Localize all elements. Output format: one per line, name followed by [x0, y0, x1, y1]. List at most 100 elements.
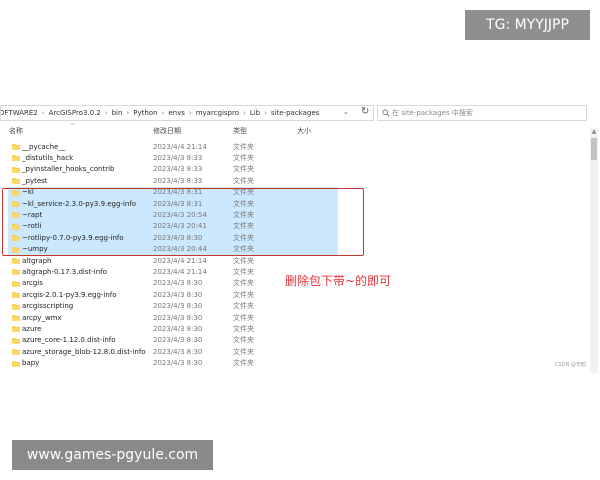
row-type: 文件夹: [233, 256, 254, 265]
refresh-icon[interactable]: ↻: [361, 106, 369, 117]
table-row[interactable]: ~rotli 2023/4/3 20:41 文件夹: [8, 220, 338, 233]
crumb-software2[interactable]: OFTWARE2: [1, 109, 38, 117]
row-type: 文件夹: [233, 325, 254, 334]
annotation-text: 删除包下带~的即可: [285, 274, 392, 288]
folder-icon: [12, 326, 20, 333]
table-row[interactable]: arcpy_wmx 2023/4/3 8:30 文件夹: [8, 312, 338, 323]
sort-ascending-icon: ^: [70, 123, 76, 130]
crumb-lib[interactable]: Lib: [250, 109, 260, 117]
row-name: ~kl_service-2.3.0-py3.9.egg-info: [22, 199, 137, 208]
crumb-separator-icon: ›: [188, 109, 192, 117]
folder-icon: [12, 223, 20, 230]
row-name: ~umpy: [22, 245, 48, 254]
file-explorer-window: OFTWARE2 › ArcGISPro3.0.2 › bin › Python…: [0, 98, 600, 380]
row-date: 2023/4/3 8:30: [153, 336, 203, 345]
table-row[interactable]: ~rotlipy-0.7.0-py3.9.egg-info 2023/4/3 8:…: [8, 232, 338, 244]
row-name: ~kl: [22, 188, 34, 197]
search-icon: [382, 109, 390, 117]
column-headers: 名称 ^ 修改日期 类型 大小: [0, 123, 600, 138]
row-name: _pytest: [22, 176, 48, 185]
row-date: 2023/4/3 8:30: [153, 359, 203, 368]
crumb-arcgispro[interactable]: ArcGISPro3.0.2: [49, 109, 101, 117]
folder-icon: [12, 189, 20, 196]
row-type: 文件夹: [233, 233, 254, 242]
folder-icon: [12, 337, 20, 344]
folder-icon: [12, 303, 20, 310]
row-name: bapy: [22, 359, 40, 368]
row-name: azure_storage_blob-12.8.0.dist-info: [22, 347, 146, 356]
row-type: 文件夹: [233, 302, 254, 311]
row-type: 文件夹: [233, 165, 254, 174]
row-date: 2023/4/3 20:41: [153, 222, 207, 231]
folder-icon: [12, 178, 20, 184]
table-row[interactable]: __pycache__ 2023/4/4 21:14 文件夹: [8, 141, 338, 152]
vertical-scrollbar[interactable]: ▲: [590, 128, 598, 373]
folder-icon: [12, 155, 20, 162]
row-date: 2023/4/4 21:14: [153, 142, 207, 151]
search-input[interactable]: 在 site-packages 中搜索: [377, 105, 587, 121]
table-row[interactable]: azure_storage_blob-12.8.0.dist-info 2023/…: [8, 346, 338, 357]
table-row[interactable]: ~kl 2023/4/3 8:31 文件夹: [8, 186, 338, 198]
table-row[interactable]: arcgisscripting 2023/4/3 8:30 文件夹: [8, 301, 338, 312]
crumb-myarcgispro[interactable]: myarcgispro: [196, 109, 239, 117]
row-date: 2023/4/3 8:33: [153, 165, 203, 174]
address-bar[interactable]: OFTWARE2 › ArcGISPro3.0.2 › bin › Python…: [0, 105, 374, 121]
row-type: 文件夹: [233, 142, 254, 151]
scroll-thumb[interactable]: [591, 138, 597, 160]
table-row[interactable]: _pytest 2023/4/3 8:33 文件夹: [8, 175, 338, 186]
crumb-bin[interactable]: bin: [112, 109, 123, 117]
row-date: 2023/4/3 8:30: [153, 279, 203, 288]
crumb-site-packages[interactable]: site-packages: [271, 109, 319, 117]
folder-icon: [12, 166, 20, 173]
row-type: 文件夹: [233, 336, 254, 345]
column-header-date[interactable]: 修改日期: [153, 126, 181, 136]
csdn-watermark: CSDN @辛鸥: [555, 362, 586, 368]
table-row[interactable]: ~rapt 2023/4/3 20:54 文件夹: [8, 209, 338, 221]
crumb-separator-icon: ›: [126, 109, 130, 117]
row-date: 2023/4/3 8:33: [153, 176, 203, 185]
row-date: 2023/4/3 8:31: [153, 188, 203, 197]
chevron-down-icon[interactable]: ⌄: [343, 108, 349, 116]
column-header-size[interactable]: 大小: [297, 126, 311, 136]
table-row[interactable]: bapy 2023/4/3 8:30 文件夹: [8, 358, 338, 369]
table-row[interactable]: azure_core-1.12.0.dist-info 2023/4/3 8:30…: [8, 335, 338, 346]
row-type: 文件夹: [233, 154, 254, 163]
row-name: arcgis-2.0.1-py3.9.egg-info: [22, 290, 117, 299]
table-row[interactable]: ~umpy 2023/4/3 20:44 文件夹: [8, 243, 338, 255]
row-type: 文件夹: [233, 268, 254, 277]
watermark-top: TG: MYYJJPP: [465, 10, 590, 40]
folder-icon: [12, 258, 20, 264]
table-row[interactable]: ~kl_service-2.3.0-py3.9.egg-info 2023/4/3…: [8, 198, 338, 210]
folder-icon: [12, 315, 20, 321]
row-date: 2023/4/4 21:14: [153, 268, 207, 277]
row-name: azure_core-1.12.0.dist-info: [22, 336, 116, 345]
table-row[interactable]: azure 2023/4/3 8:30 文件夹: [8, 323, 338, 334]
row-type: 文件夹: [233, 188, 254, 197]
table-row[interactable]: _pyinstaller_hooks_contrib 2023/4/3 8:33 文…: [8, 164, 338, 175]
row-name: ~rotlipy-0.7.0-py3.9.egg-info: [22, 233, 124, 242]
row-type: 文件夹: [233, 222, 254, 231]
row-date: 2023/4/3 8:30: [153, 233, 203, 242]
folder-icon: [12, 360, 20, 367]
crumb-python[interactable]: Python: [133, 109, 157, 117]
scroll-up-icon[interactable]: ▲: [590, 128, 598, 136]
row-date: 2023/4/3 8:30: [153, 302, 203, 311]
folder-icon: [12, 235, 20, 241]
crumb-separator-icon: ›: [243, 109, 246, 117]
column-header-type[interactable]: 类型: [233, 126, 247, 136]
table-row[interactable]: altgraph 2023/4/4 21:14 文件夹: [8, 255, 338, 266]
table-row[interactable]: _distutils_hack 2023/4/3 8:33 文件夹: [8, 152, 338, 163]
column-header-name[interactable]: 名称: [9, 126, 23, 136]
row-date: 2023/4/3 8:30: [153, 325, 203, 334]
row-date: 2023/4/3 8:30: [153, 290, 203, 299]
row-name: azure: [22, 325, 42, 334]
crumb-envs[interactable]: envs: [168, 109, 185, 117]
folder-icon: [12, 349, 20, 355]
row-type: 文件夹: [233, 199, 254, 208]
crumb-separator-icon: ›: [41, 109, 45, 117]
folder-icon: [12, 212, 20, 219]
row-name: altgraph: [22, 256, 52, 265]
folder-icon: [12, 269, 20, 276]
table-row[interactable]: arcgis-2.0.1-py3.9.egg-info 2023/4/3 8:30…: [8, 289, 338, 300]
row-type: 文件夹: [233, 245, 254, 254]
